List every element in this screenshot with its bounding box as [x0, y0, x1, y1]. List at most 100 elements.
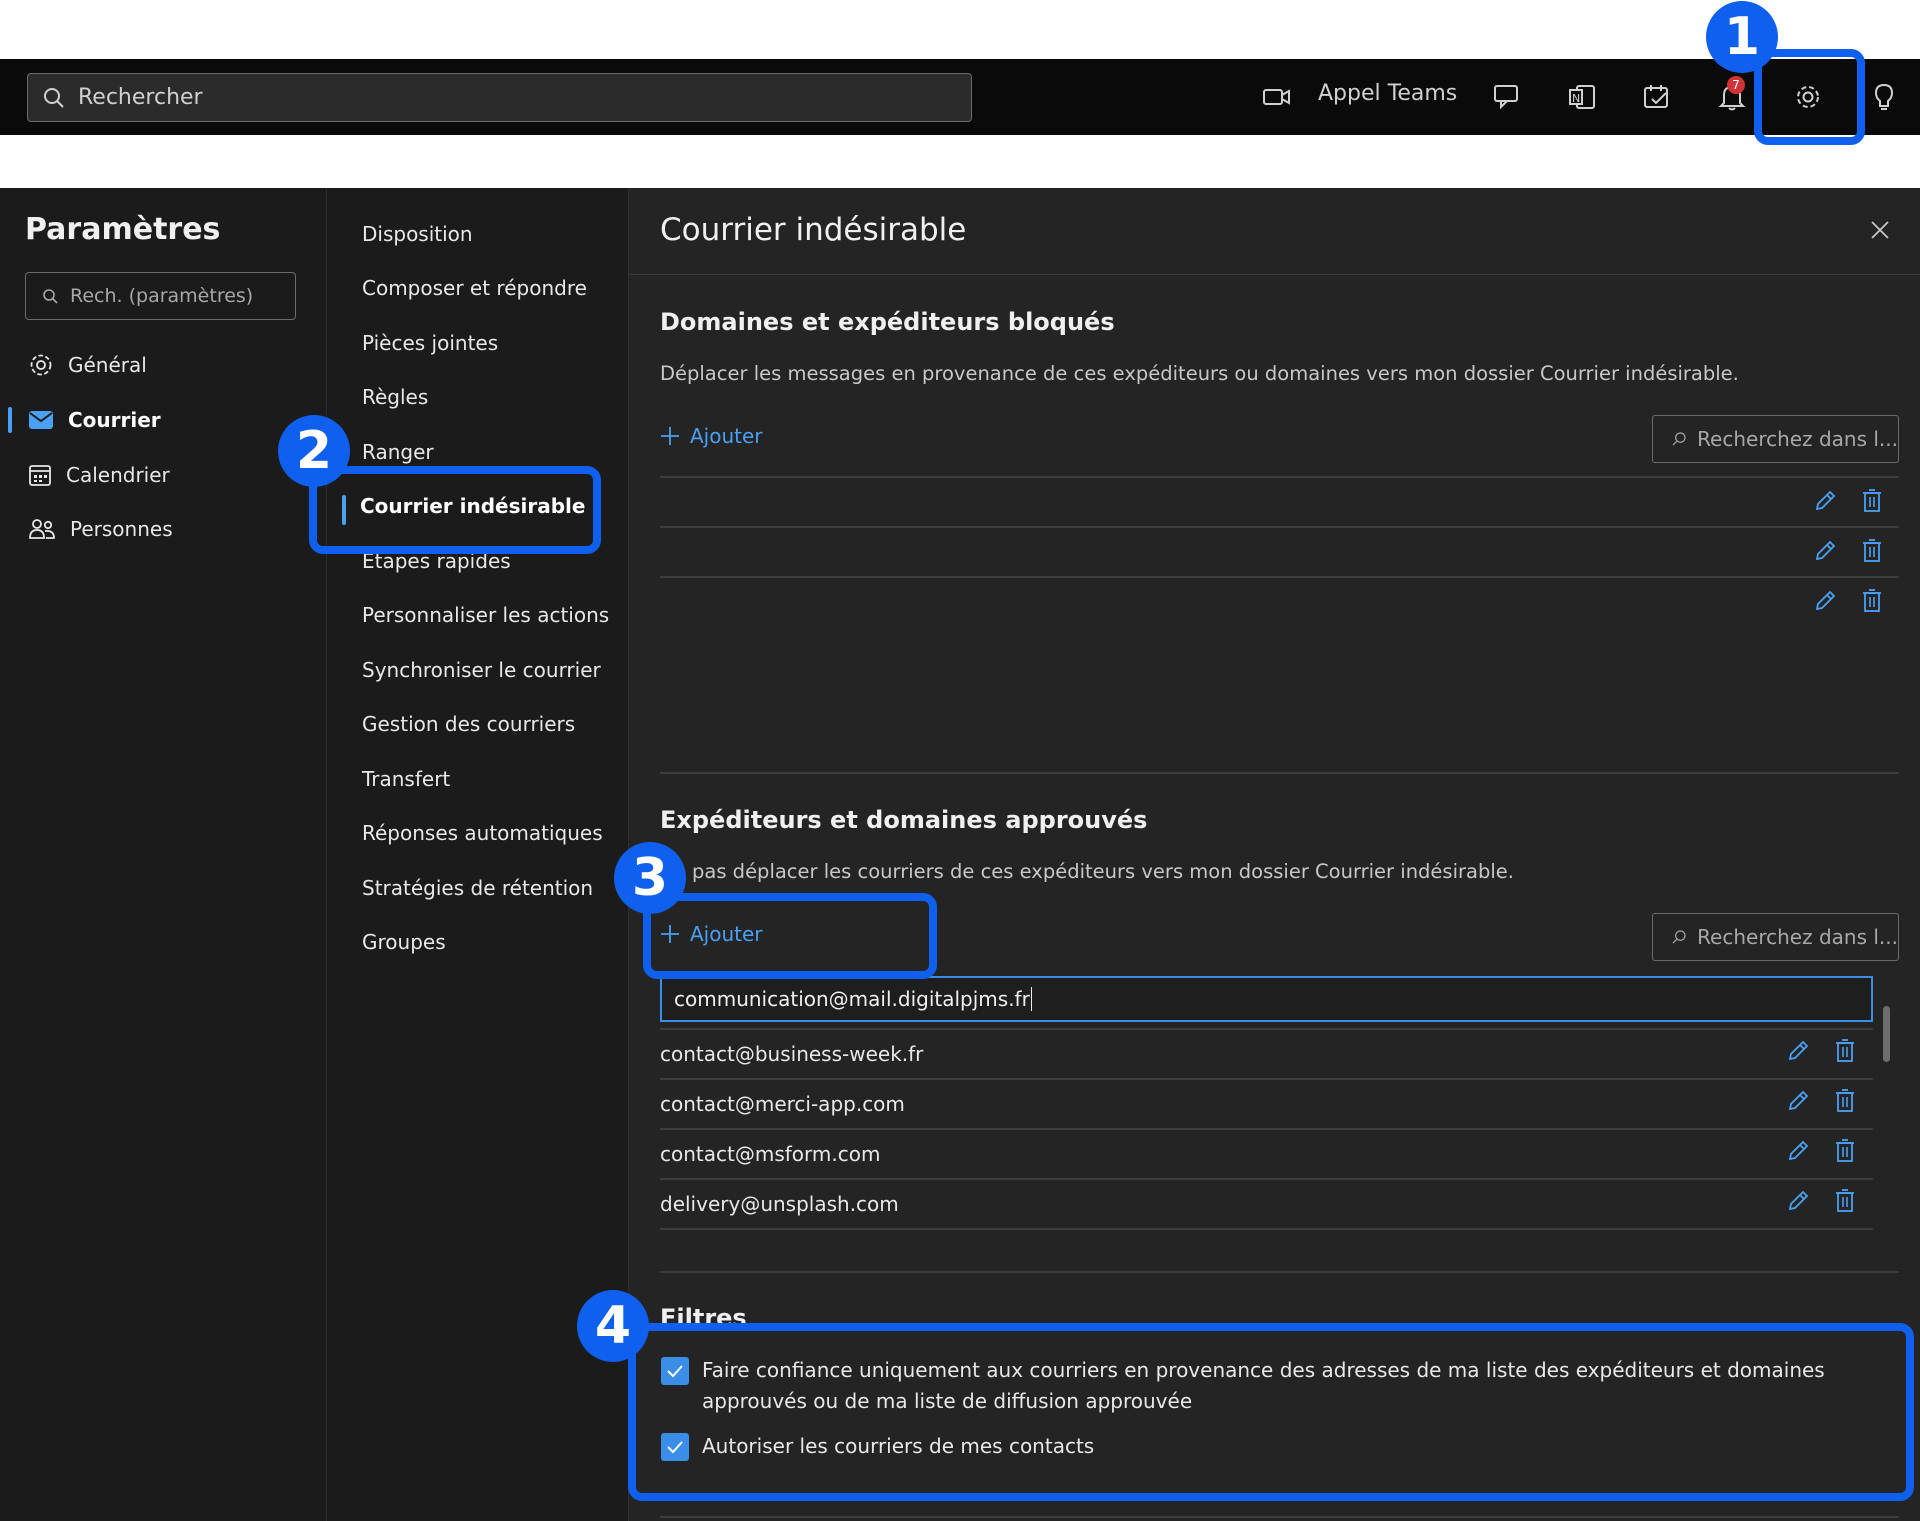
notification-badge: 7: [1727, 76, 1745, 94]
highlight-add-approved: [643, 893, 937, 979]
row-divider: [660, 576, 1899, 578]
mail-nav-forwarding[interactable]: Transfert: [362, 767, 450, 791]
row-divider: [660, 1078, 1873, 1080]
delete-icon[interactable]: [1833, 1038, 1857, 1064]
approved-row-actions: [1785, 1188, 1857, 1214]
list-scrollbar[interactable]: [1883, 1006, 1890, 1062]
blocked-section-description: Déplacer les messages en provenance de c…: [660, 362, 1739, 385]
blocked-section-title: Domaines et expéditeurs bloqués: [660, 308, 1115, 336]
junk-mail-pane: [629, 188, 1920, 1521]
blocked-row-actions: [1812, 488, 1884, 514]
close-icon[interactable]: [1866, 216, 1894, 244]
edit-icon[interactable]: [1785, 1138, 1811, 1164]
global-search-placeholder: Rechercher: [78, 85, 203, 110]
mail-nav-sync[interactable]: Synchroniser le courrier: [362, 658, 601, 682]
delete-icon[interactable]: [1833, 1138, 1857, 1164]
row-divider: [660, 476, 1899, 478]
todo-icon[interactable]: [1637, 77, 1677, 117]
settings-nav-label: Personnes: [70, 517, 173, 541]
search-icon: [1672, 432, 1686, 446]
mail-nav-compose[interactable]: Composer et répondre: [362, 276, 587, 300]
teams-call-label[interactable]: Appel Teams: [1318, 81, 1457, 106]
onenote-icon[interactable]: N: [1562, 77, 1602, 117]
global-search-input[interactable]: Rechercher: [27, 73, 972, 122]
settings-nav-label: Courrier: [68, 408, 161, 432]
row-divider: [660, 1028, 1873, 1030]
approved-row-actions: [1785, 1038, 1857, 1064]
gear-icon: [30, 354, 52, 376]
edit-icon[interactable]: [1812, 588, 1838, 614]
video-icon[interactable]: [1257, 77, 1297, 117]
mail-nav-rules[interactable]: Règles: [362, 385, 428, 409]
blocked-add-button[interactable]: Ajouter: [660, 424, 763, 448]
section-divider: [660, 1516, 1899, 1518]
row-divider: [660, 526, 1899, 528]
settings-nav-mail[interactable]: Courrier: [0, 395, 326, 445]
blocked-search-placeholder: Recherchez dans l...: [1697, 427, 1898, 451]
top-bar: Rechercher Appel Teams N 7: [0, 59, 1920, 135]
row-divider: [660, 1228, 1873, 1230]
calendar-icon: [29, 465, 51, 486]
lightbulb-icon[interactable]: [1864, 77, 1904, 117]
mail-nav-sweep[interactable]: Ranger: [362, 440, 434, 464]
add-label: Ajouter: [690, 424, 763, 448]
settings-categories-column: Paramètres Rech. (paramètres) Général Co…: [0, 188, 326, 1521]
step-badge-2: 2: [278, 415, 350, 487]
approved-search-placeholder: Recherchez dans l...: [1697, 925, 1898, 949]
row-divider: [660, 1178, 1873, 1180]
delete-icon[interactable]: [1860, 588, 1884, 614]
delete-icon[interactable]: [1860, 488, 1884, 514]
approved-entry: delivery@unsplash.com: [660, 1192, 899, 1216]
highlight-junk-mail: [309, 466, 601, 554]
mail-nav-customize-actions[interactable]: Personnaliser les actions: [362, 603, 609, 627]
active-indicator: [8, 407, 12, 433]
mail-nav-layout[interactable]: Disposition: [362, 222, 473, 246]
mail-nav-attachments[interactable]: Pièces jointes: [362, 331, 498, 355]
section-divider: [660, 1271, 1899, 1273]
approved-entry: contact@business-week.fr: [660, 1042, 924, 1066]
blocked-row-actions: [1812, 538, 1884, 564]
settings-search-placeholder: Rech. (paramètres): [70, 285, 254, 307]
settings-title: Paramètres: [25, 212, 221, 247]
people-icon: [29, 519, 55, 539]
pane-title: Courrier indésirable: [660, 212, 967, 248]
row-divider: [660, 1128, 1873, 1130]
feedback-icon[interactable]: [1487, 77, 1527, 117]
mail-nav-auto-replies[interactable]: Réponses automatiques: [362, 821, 603, 845]
highlight-filters: [628, 1323, 1914, 1501]
mail-icon: [29, 411, 53, 429]
delete-icon[interactable]: [1860, 538, 1884, 564]
section-divider: [660, 772, 1899, 774]
approved-search-input[interactable]: Recherchez dans l...: [1652, 913, 1899, 961]
step-badge-4: 4: [577, 1290, 649, 1362]
edit-icon[interactable]: [1812, 538, 1838, 564]
new-approved-sender-input[interactable]: communication@mail.digitalpjms.fr: [660, 976, 1873, 1022]
blocked-search-input[interactable]: Recherchez dans l...: [1652, 415, 1899, 463]
mail-nav-retention[interactable]: Stratégies de rétention: [362, 876, 593, 900]
highlight-settings-gear: [1754, 49, 1865, 145]
settings-nav-label: Calendrier: [66, 463, 170, 487]
step-badge-1: 1: [1706, 1, 1778, 73]
settings-search-input[interactable]: Rech. (paramètres): [25, 272, 296, 320]
delete-icon[interactable]: [1833, 1088, 1857, 1114]
settings-nav-calendar[interactable]: Calendrier: [0, 450, 326, 500]
settings-nav-label: Général: [68, 353, 147, 377]
svg-text:N: N: [1572, 92, 1580, 105]
search-icon: [44, 87, 64, 108]
edit-icon[interactable]: [1785, 1038, 1811, 1064]
settings-nav-people[interactable]: Personnes: [0, 504, 326, 554]
mail-nav-groups[interactable]: Groupes: [362, 930, 446, 954]
settings-nav-general[interactable]: Général: [0, 340, 326, 390]
approved-section-description: pas déplacer les courriers de ces expédi…: [692, 860, 1514, 883]
approved-row-actions: [1785, 1088, 1857, 1114]
search-icon: [43, 289, 58, 304]
search-icon: [1672, 930, 1686, 944]
text-caret: [1030, 987, 1033, 1011]
edit-icon[interactable]: [1785, 1188, 1811, 1214]
new-approved-sender-value: communication@mail.digitalpjms.fr: [674, 987, 1030, 1011]
mail-nav-message-handling[interactable]: Gestion des courriers: [362, 712, 575, 736]
delete-icon[interactable]: [1833, 1188, 1857, 1214]
edit-icon[interactable]: [1785, 1088, 1811, 1114]
blocked-row-actions: [1812, 588, 1884, 614]
edit-icon[interactable]: [1812, 488, 1838, 514]
